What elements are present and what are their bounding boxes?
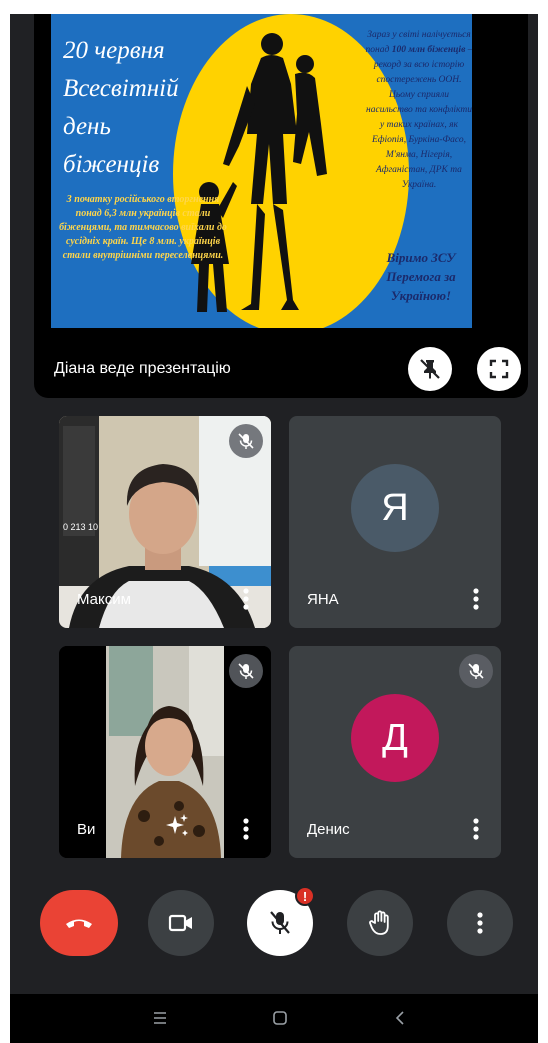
camera-icon: [168, 914, 192, 932]
home-icon: [273, 1011, 287, 1025]
participant-tile-yana[interactable]: Я ЯНА: [289, 416, 501, 628]
more-vert-icon: [477, 912, 483, 934]
presentation-tile[interactable]: 20 червня Всесвітній день біженців З поч…: [34, 14, 528, 398]
raise-hand-button[interactable]: [347, 890, 413, 956]
mic-off-icon: [238, 663, 254, 679]
home-button[interactable]: [266, 1004, 294, 1032]
more-vert-icon[interactable]: [243, 818, 249, 840]
poster-text: 0 213 10: [63, 522, 99, 532]
more-options-button[interactable]: [447, 890, 513, 956]
participant-name: Денис: [307, 821, 350, 838]
participant-tile-denys[interactable]: Д Денис: [289, 646, 501, 858]
back-icon: [395, 1011, 404, 1025]
slide-right-text-bold: 100 млн біженців: [391, 45, 466, 55]
participant-name: Максим: [77, 591, 131, 608]
slide-title-line: 20 червня: [63, 37, 165, 64]
participant-tile-maksym[interactable]: 0 213 10 Максим: [59, 416, 271, 628]
muted-indicator: [459, 654, 493, 688]
slide-title-line: біженців: [63, 151, 160, 178]
slide-right-text-part: – рекорд за всю історію спостережень ООН…: [366, 45, 472, 190]
recents-button[interactable]: [146, 1004, 174, 1032]
avatar: Д: [351, 694, 439, 782]
fullscreen-icon: [489, 359, 509, 379]
meet-call-screen: 20 червня Всесвітній день біженців З поч…: [10, 14, 538, 1043]
camera-toggle-button[interactable]: [148, 890, 214, 956]
system-navigation-bar: [10, 994, 538, 1043]
slide-title: 20 червня Всесвітній день біженців: [63, 32, 213, 184]
back-button[interactable]: [386, 1004, 414, 1032]
sparkle-effects-icon[interactable]: [163, 812, 191, 840]
unpin-icon: [420, 359, 440, 379]
hang-up-button[interactable]: [40, 890, 118, 956]
muted-indicator: [229, 424, 263, 458]
mic-toggle-button[interactable]: !: [247, 886, 315, 956]
participant-tile-self[interactable]: Ви: [59, 646, 271, 858]
participant-name: Ви: [77, 821, 96, 838]
mic-warning-badge: !: [295, 886, 315, 906]
slide-right-text: Зараз у світі налічується понад 100 млн …: [365, 28, 472, 193]
slide-left-text: З початку російського вторгнення понад 6…: [59, 194, 227, 261]
hand-raise-icon: [369, 910, 389, 935]
fullscreen-button[interactable]: [477, 347, 521, 391]
presentation-slide: 20 червня Всесвітній день біженців З поч…: [51, 14, 472, 328]
muted-indicator: [229, 654, 263, 688]
unpin-button[interactable]: [408, 347, 452, 391]
more-vert-icon[interactable]: [473, 818, 479, 840]
slide-title-line: день: [63, 113, 111, 140]
more-vert-icon[interactable]: [473, 588, 479, 610]
slide-title-line: Всесвітній: [63, 75, 179, 102]
more-vert-icon[interactable]: [243, 588, 249, 610]
participant-name: ЯНА: [307, 591, 339, 608]
mic-off-icon: [468, 663, 484, 679]
menu-icon: [154, 1012, 166, 1024]
mic-off-icon: [270, 911, 290, 934]
slide-slogan: Віримо ЗСУ Перемога за Україною!: [386, 250, 456, 303]
avatar: Я: [351, 464, 439, 552]
presenter-label: Діана веде презентацію: [54, 360, 231, 377]
phone-hangup-icon: [66, 919, 92, 928]
mic-off-icon: [238, 433, 254, 449]
